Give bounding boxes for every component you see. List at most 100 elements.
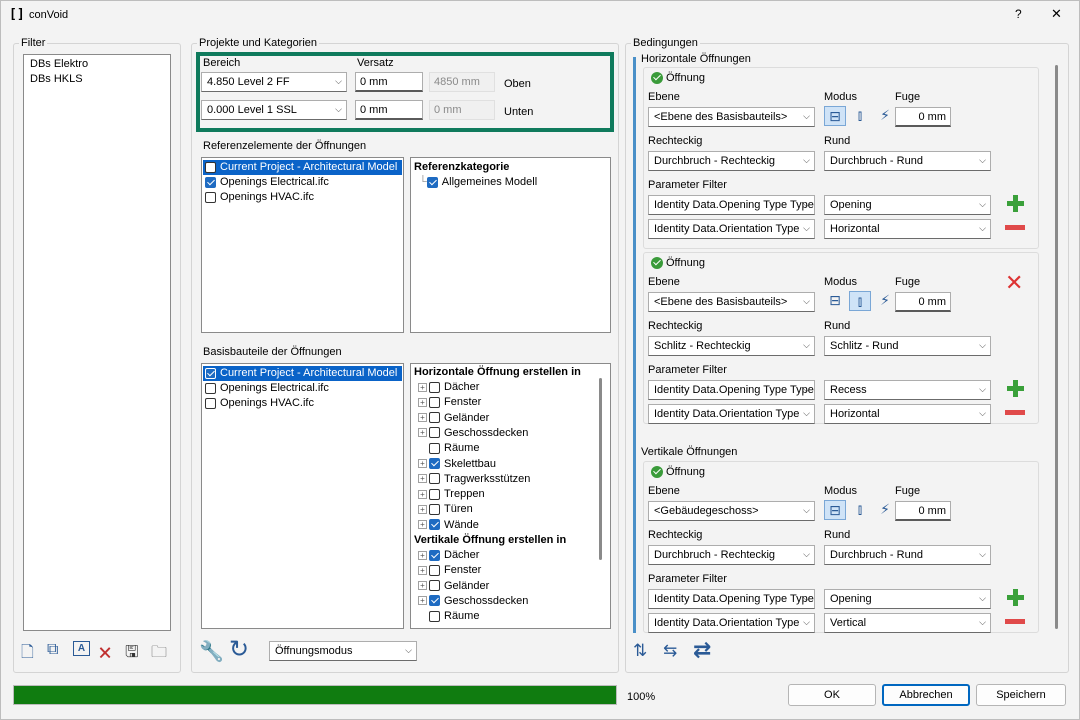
add-filter-icon[interactable] [1007, 195, 1025, 213]
expand-icon[interactable]: + [418, 382, 427, 392]
list-item[interactable]: Openings Electrical.ifc [203, 381, 329, 396]
round-family-select[interactable]: Schlitz - Rund ⌵ [824, 336, 991, 356]
filter-parameter-select[interactable]: Identity Data.Orientation Type ⌵ [648, 613, 815, 633]
cancel-button[interactable]: Abbrechen [882, 684, 970, 706]
ref-category-tree[interactable]: Referenzkategorie └ Allgemeines Modell [410, 157, 611, 333]
tree-item[interactable]: + Fenster [418, 563, 481, 578]
remove-filter-icon[interactable] [1005, 225, 1025, 230]
upper-offset-input[interactable]: 0 mm [355, 72, 423, 92]
expand-icon[interactable]: + [418, 459, 427, 469]
expand-icon[interactable]: + [418, 413, 427, 423]
base-model-list[interactable]: Current Project - Architectural Model Op… [201, 363, 404, 629]
mode-option-3-icon[interactable]: ⚡ [874, 500, 896, 520]
checkbox[interactable] [429, 458, 440, 470]
tree-item[interactable]: + Geländer [418, 579, 489, 594]
remove-filter-icon[interactable] [1005, 619, 1025, 624]
checkbox[interactable] [205, 397, 216, 409]
rectangular-family-select[interactable]: Durchbruch - Rechteckig ⌵ [648, 545, 815, 565]
checkbox[interactable] [429, 427, 440, 439]
checkbox[interactable] [205, 367, 216, 379]
rename-icon[interactable]: A [73, 641, 90, 656]
tree-item[interactable]: + Geländer [418, 411, 489, 426]
checkbox[interactable] [429, 549, 440, 561]
filter-parameter-select[interactable]: Identity Data.Opening Type Type ⌵ [648, 380, 815, 400]
tree-item[interactable]: └ Allgemeines Modell [419, 175, 537, 190]
mode-option-3-icon[interactable]: ⚡ [874, 291, 896, 311]
copy-icon[interactable]: ⧉ [47, 641, 58, 659]
ebene-select[interactable]: <Ebene des Basisbauteils> ⌵ [648, 292, 815, 312]
expand-icon[interactable]: + [418, 596, 427, 606]
checkbox[interactable] [429, 381, 440, 393]
fuge-input[interactable]: 0 mm [895, 292, 951, 312]
filter-parameter-select[interactable]: Identity Data.Orientation Type ⌵ [648, 219, 815, 239]
tree-item[interactable]: + Dächer [418, 380, 479, 395]
lower-offset-input[interactable]: 0 mm [355, 100, 423, 120]
tree-item[interactable]: Räume [418, 441, 479, 456]
tree-item[interactable]: + Wände [418, 518, 479, 533]
list-item[interactable]: Current Project - Architectural Model [203, 160, 402, 175]
filter-value-select[interactable]: Horizontal ⌵ [824, 219, 991, 239]
mirror-vertical-icon[interactable]: ⇆ [663, 641, 677, 661]
opening-mode-select[interactable]: Öffnungsmodus ⌵ [269, 641, 417, 661]
round-family-select[interactable]: Durchbruch - Rund ⌵ [824, 545, 991, 565]
tree-item[interactable]: + Treppen [418, 487, 485, 502]
checkbox[interactable] [429, 580, 440, 592]
filter-parameter-select[interactable]: Identity Data.Opening Type Type ⌵ [648, 589, 815, 609]
save-icon[interactable]: 🖫 [125, 641, 139, 668]
list-item[interactable]: Current Project - Architectural Model [203, 366, 402, 381]
tree-item[interactable]: Räume [418, 609, 479, 624]
checkbox[interactable] [429, 564, 440, 576]
expand-icon[interactable]: + [418, 581, 427, 591]
expand-icon[interactable]: + [418, 489, 427, 499]
fuge-input[interactable]: 0 mm [895, 107, 951, 127]
ebene-select[interactable]: <Ebene des Basisbauteils> ⌵ [648, 107, 815, 127]
upper-level-select[interactable]: 4.850 Level 2 FF ⌵ [201, 72, 347, 92]
filter-list[interactable]: DBs Elektro DBs HKLS [23, 54, 171, 631]
filter-value-select[interactable]: Horizontal ⌵ [824, 404, 991, 424]
tree-item[interactable]: + Fenster [418, 395, 481, 410]
tree-item[interactable]: + Dächer [418, 548, 479, 563]
checkbox[interactable] [205, 382, 216, 394]
add-filter-icon[interactable] [1007, 380, 1025, 398]
checkbox[interactable] [205, 161, 216, 173]
delete-file-icon[interactable]: 🗙 [99, 641, 111, 668]
delete-rule-icon[interactable]: ✕ [1005, 270, 1023, 296]
help-button[interactable]: ? [1015, 7, 1022, 21]
mode-option-2-icon[interactable]: ⫾ [849, 291, 871, 311]
mode-option-3-icon[interactable]: ⚡ [874, 106, 896, 126]
list-item[interactable]: Openings Electrical.ifc [203, 175, 329, 190]
ref-model-list[interactable]: Current Project - Architectural Model Op… [201, 157, 404, 333]
mirror-horizontal-icon[interactable]: ⇅ [633, 641, 647, 661]
mode-option-1-icon[interactable]: ⊟ [824, 291, 846, 311]
ebene-select[interactable]: <Gebäudegeschoss> ⌵ [648, 501, 815, 521]
new-file-icon[interactable]: 🗋 [21, 641, 34, 668]
checkbox[interactable] [429, 442, 440, 454]
checkbox[interactable] [429, 610, 440, 622]
checkbox[interactable] [426, 176, 438, 188]
checkbox[interactable] [429, 412, 440, 424]
rectangular-family-select[interactable]: Schlitz - Rechteckig ⌵ [648, 336, 815, 356]
checkbox[interactable] [429, 396, 440, 408]
checkbox[interactable] [429, 488, 440, 500]
tree-item[interactable]: + Geschossdecken [418, 426, 528, 441]
tree-item[interactable]: + Geschossdecken [418, 594, 528, 609]
add-filter-icon[interactable] [1007, 589, 1025, 607]
rectangular-family-select[interactable]: Durchbruch - Rechteckig ⌵ [648, 151, 815, 171]
tree-item[interactable]: + Tragwerksstützen [418, 472, 530, 487]
expand-icon[interactable]: + [418, 504, 427, 514]
mode-option-1-icon[interactable]: ⊟ [824, 106, 846, 126]
expand-icon[interactable]: + [418, 474, 427, 484]
lower-level-select[interactable]: 0.000 Level 1 SSL ⌵ [201, 100, 347, 120]
folder-icon[interactable]: 🗀 [151, 641, 167, 668]
base-category-tree[interactable]: Horizontale Öffnung erstellen in + Dächer +… [410, 363, 611, 629]
mode-option-2-icon[interactable]: ⫾ [849, 106, 871, 126]
checkbox[interactable] [205, 176, 216, 188]
mode-option-2-icon[interactable]: ⫾ [849, 500, 871, 520]
checkbox[interactable] [429, 595, 440, 607]
save-button[interactable]: Speichern [976, 684, 1066, 706]
checkbox[interactable] [429, 519, 440, 531]
expand-icon[interactable]: + [418, 550, 427, 560]
ok-button[interactable]: OK [788, 684, 876, 706]
mode-option-1-icon[interactable]: ⊟ [824, 500, 846, 520]
filter-value-select[interactable]: Vertical ⌵ [824, 613, 991, 633]
